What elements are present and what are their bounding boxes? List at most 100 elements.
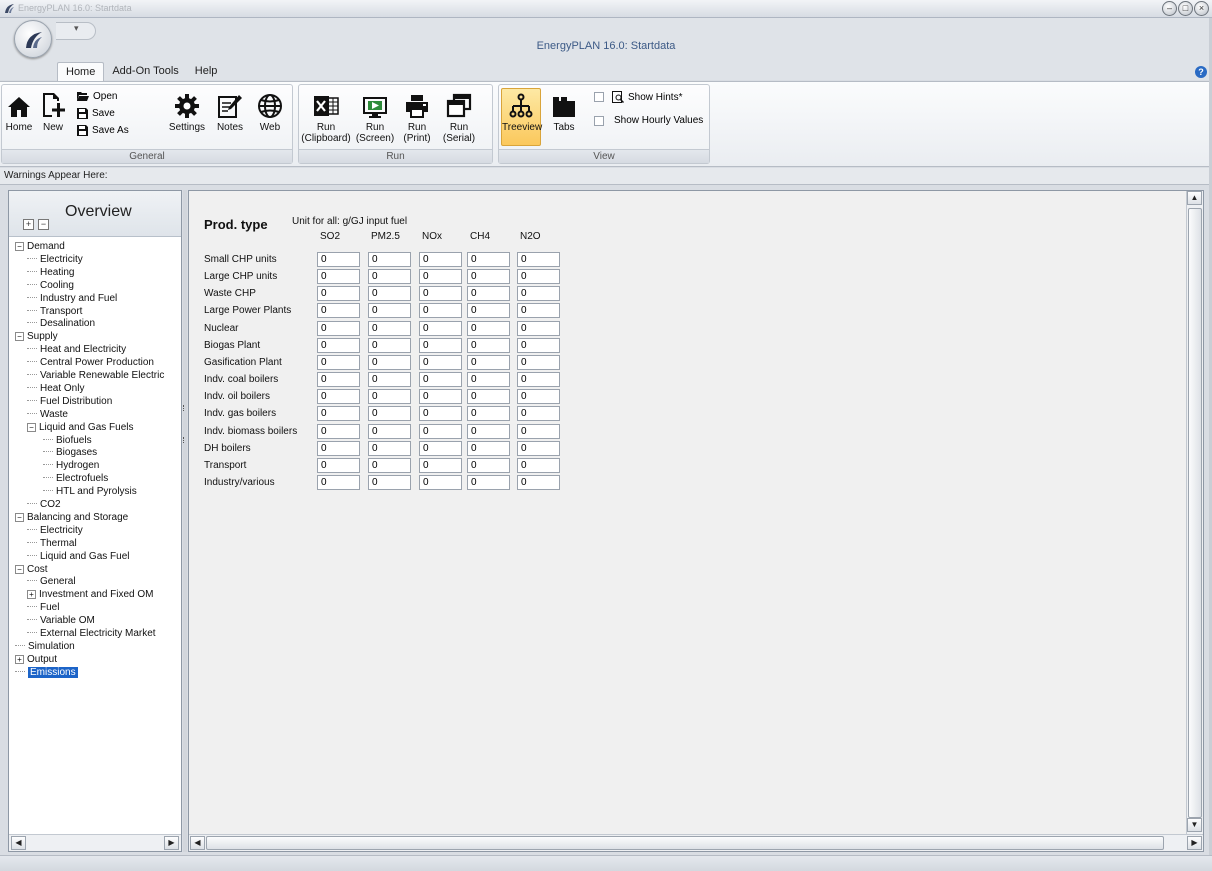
emission-value-input[interactable]: 0 bbox=[467, 474, 510, 490]
emission-value-input[interactable]: 0 bbox=[419, 252, 462, 267]
panel-splitter[interactable] bbox=[183, 190, 187, 852]
emission-value-input[interactable]: 0 bbox=[368, 372, 411, 388]
emission-value-input[interactable]: 0 bbox=[517, 423, 560, 439]
tree-item[interactable]: − Balancing and Storage bbox=[15, 511, 128, 524]
tree-item[interactable]: Central Power Production bbox=[27, 356, 154, 369]
tree-item[interactable]: CO2 bbox=[27, 498, 61, 511]
scroll-up-arrow-icon[interactable]: ▲ bbox=[1187, 191, 1202, 205]
emission-value-input[interactable]: 0 bbox=[517, 389, 560, 405]
emission-value-input[interactable]: 0 bbox=[467, 320, 510, 336]
emission-value-input[interactable]: 0 bbox=[467, 440, 510, 456]
tree-item[interactable]: − Supply bbox=[15, 330, 58, 343]
emission-value-input[interactable]: 0 bbox=[368, 303, 411, 319]
emission-value-input[interactable]: 0 bbox=[317, 303, 360, 319]
emission-value-input[interactable]: 0 bbox=[517, 337, 560, 353]
emission-value-input[interactable]: 0 bbox=[517, 286, 560, 302]
emission-value-input[interactable]: 0 bbox=[368, 252, 411, 267]
emission-value-input[interactable]: 0 bbox=[467, 252, 510, 267]
tree-item[interactable]: Heat Only bbox=[27, 382, 84, 395]
tree-item[interactable]: Simulation bbox=[15, 640, 75, 653]
emission-value-input[interactable]: 0 bbox=[467, 406, 510, 422]
emission-value-input[interactable]: 0 bbox=[368, 474, 411, 490]
tree-item[interactable]: Heating bbox=[27, 266, 74, 279]
quick-access-toolbar[interactable]: ▾ bbox=[56, 22, 96, 40]
emission-value-input[interactable]: 0 bbox=[368, 269, 411, 285]
application-menu-button[interactable] bbox=[14, 20, 52, 58]
tree-item[interactable]: Thermal bbox=[27, 537, 77, 550]
collapse-node-icon[interactable]: − bbox=[15, 332, 24, 342]
show-hints-toggle[interactable]: Show Hints* bbox=[594, 91, 682, 103]
emission-value-input[interactable]: 0 bbox=[368, 337, 411, 353]
tree-item[interactable]: Emissions bbox=[15, 666, 78, 679]
horizontal-scroll-thumb[interactable] bbox=[206, 836, 1164, 850]
emission-value-input[interactable]: 0 bbox=[517, 457, 560, 473]
emission-value-input[interactable]: 0 bbox=[317, 440, 360, 456]
tree-item[interactable]: Fuel bbox=[27, 601, 59, 614]
qat-dropdown-icon[interactable]: ▾ bbox=[74, 23, 79, 34]
tab-help[interactable]: Help bbox=[187, 62, 226, 82]
tree-item[interactable]: Electricity bbox=[27, 253, 83, 266]
save-button[interactable]: Save bbox=[77, 108, 115, 119]
emission-value-input[interactable]: 0 bbox=[368, 440, 411, 456]
tree-item[interactable]: Electricity bbox=[27, 524, 83, 537]
emission-value-input[interactable]: 0 bbox=[467, 337, 510, 353]
emission-value-input[interactable]: 0 bbox=[317, 474, 360, 490]
emission-value-input[interactable]: 0 bbox=[368, 457, 411, 473]
emission-value-input[interactable]: 0 bbox=[368, 389, 411, 405]
collapse-node-icon[interactable]: − bbox=[15, 242, 24, 251]
tree-item[interactable]: HTL and Pyrolysis bbox=[43, 485, 137, 498]
expand-all-button[interactable]: + bbox=[23, 219, 34, 230]
emission-value-input[interactable]: 0 bbox=[419, 423, 462, 439]
tree-item[interactable]: Biogases bbox=[43, 446, 97, 459]
emission-value-input[interactable]: 0 bbox=[467, 269, 510, 285]
emission-value-input[interactable]: 0 bbox=[317, 286, 360, 302]
home-button[interactable]: Home bbox=[4, 89, 34, 133]
emission-value-input[interactable]: 0 bbox=[317, 389, 360, 405]
run-clipboard-button[interactable]: Run (Clipboard) bbox=[301, 89, 351, 144]
emission-value-input[interactable]: 0 bbox=[419, 337, 462, 353]
run-print-button[interactable]: Run (Print) bbox=[399, 89, 435, 144]
expand-node-icon[interactable]: + bbox=[15, 654, 24, 664]
save-as-button[interactable]: Save As bbox=[77, 125, 129, 136]
main-horizontal-scrollbar[interactable]: ◀ ▶ bbox=[189, 834, 1203, 851]
treeview-button[interactable]: Treeview bbox=[501, 88, 542, 146]
tree-item[interactable]: Industry and Fuel bbox=[27, 292, 117, 305]
open-button[interactable]: Open bbox=[77, 91, 117, 102]
tree-item[interactable]: + Investment and Fixed OM bbox=[27, 588, 154, 601]
emission-value-input[interactable]: 0 bbox=[317, 457, 360, 473]
tree-item[interactable]: Fuel Distribution bbox=[27, 395, 112, 408]
tree-item[interactable]: General bbox=[27, 575, 76, 588]
emission-value-input[interactable]: 0 bbox=[467, 286, 510, 302]
emission-value-input[interactable]: 0 bbox=[368, 286, 411, 302]
tree-item[interactable]: + Output bbox=[15, 653, 57, 666]
tree-item[interactable]: External Electricity Market bbox=[27, 627, 156, 640]
emission-value-input[interactable]: 0 bbox=[317, 320, 360, 336]
help-icon[interactable]: ? bbox=[1195, 66, 1207, 78]
scroll-left-arrow-icon[interactable]: ◀ bbox=[190, 836, 205, 850]
close-button[interactable]: × bbox=[1194, 1, 1209, 16]
tree-item[interactable]: Waste bbox=[27, 408, 68, 421]
emission-value-input[interactable]: 0 bbox=[467, 457, 510, 473]
emission-value-input[interactable]: 0 bbox=[419, 354, 462, 370]
tree-item[interactable]: − Liquid and Gas Fuels bbox=[27, 421, 134, 434]
expand-node-icon[interactable]: + bbox=[27, 590, 36, 600]
emission-value-input[interactable]: 0 bbox=[419, 286, 462, 302]
emission-value-input[interactable]: 0 bbox=[317, 406, 360, 422]
settings-button[interactable]: Settings bbox=[167, 89, 207, 133]
emission-value-input[interactable]: 0 bbox=[317, 337, 360, 353]
tree-item[interactable]: Biofuels bbox=[43, 434, 92, 447]
tree-item[interactable]: − Cost bbox=[15, 563, 48, 576]
emission-value-input[interactable]: 0 bbox=[419, 372, 462, 388]
tab-add-on-tools[interactable]: Add-On Tools bbox=[104, 62, 186, 82]
emission-value-input[interactable]: 0 bbox=[467, 372, 510, 388]
show-hints-checkbox[interactable] bbox=[594, 92, 604, 102]
tree-item[interactable]: Transport bbox=[27, 305, 82, 318]
main-vertical-scrollbar[interactable]: ▲ ▼ bbox=[1186, 191, 1203, 835]
collapse-all-button[interactable]: − bbox=[38, 219, 49, 230]
emission-value-input[interactable]: 0 bbox=[317, 252, 360, 267]
emission-value-input[interactable]: 0 bbox=[517, 406, 560, 422]
tree-item[interactable]: Liquid and Gas Fuel bbox=[27, 550, 130, 563]
emission-value-input[interactable]: 0 bbox=[368, 406, 411, 422]
scroll-right-arrow-icon[interactable]: ▶ bbox=[164, 836, 179, 850]
emission-value-input[interactable]: 0 bbox=[419, 440, 462, 456]
